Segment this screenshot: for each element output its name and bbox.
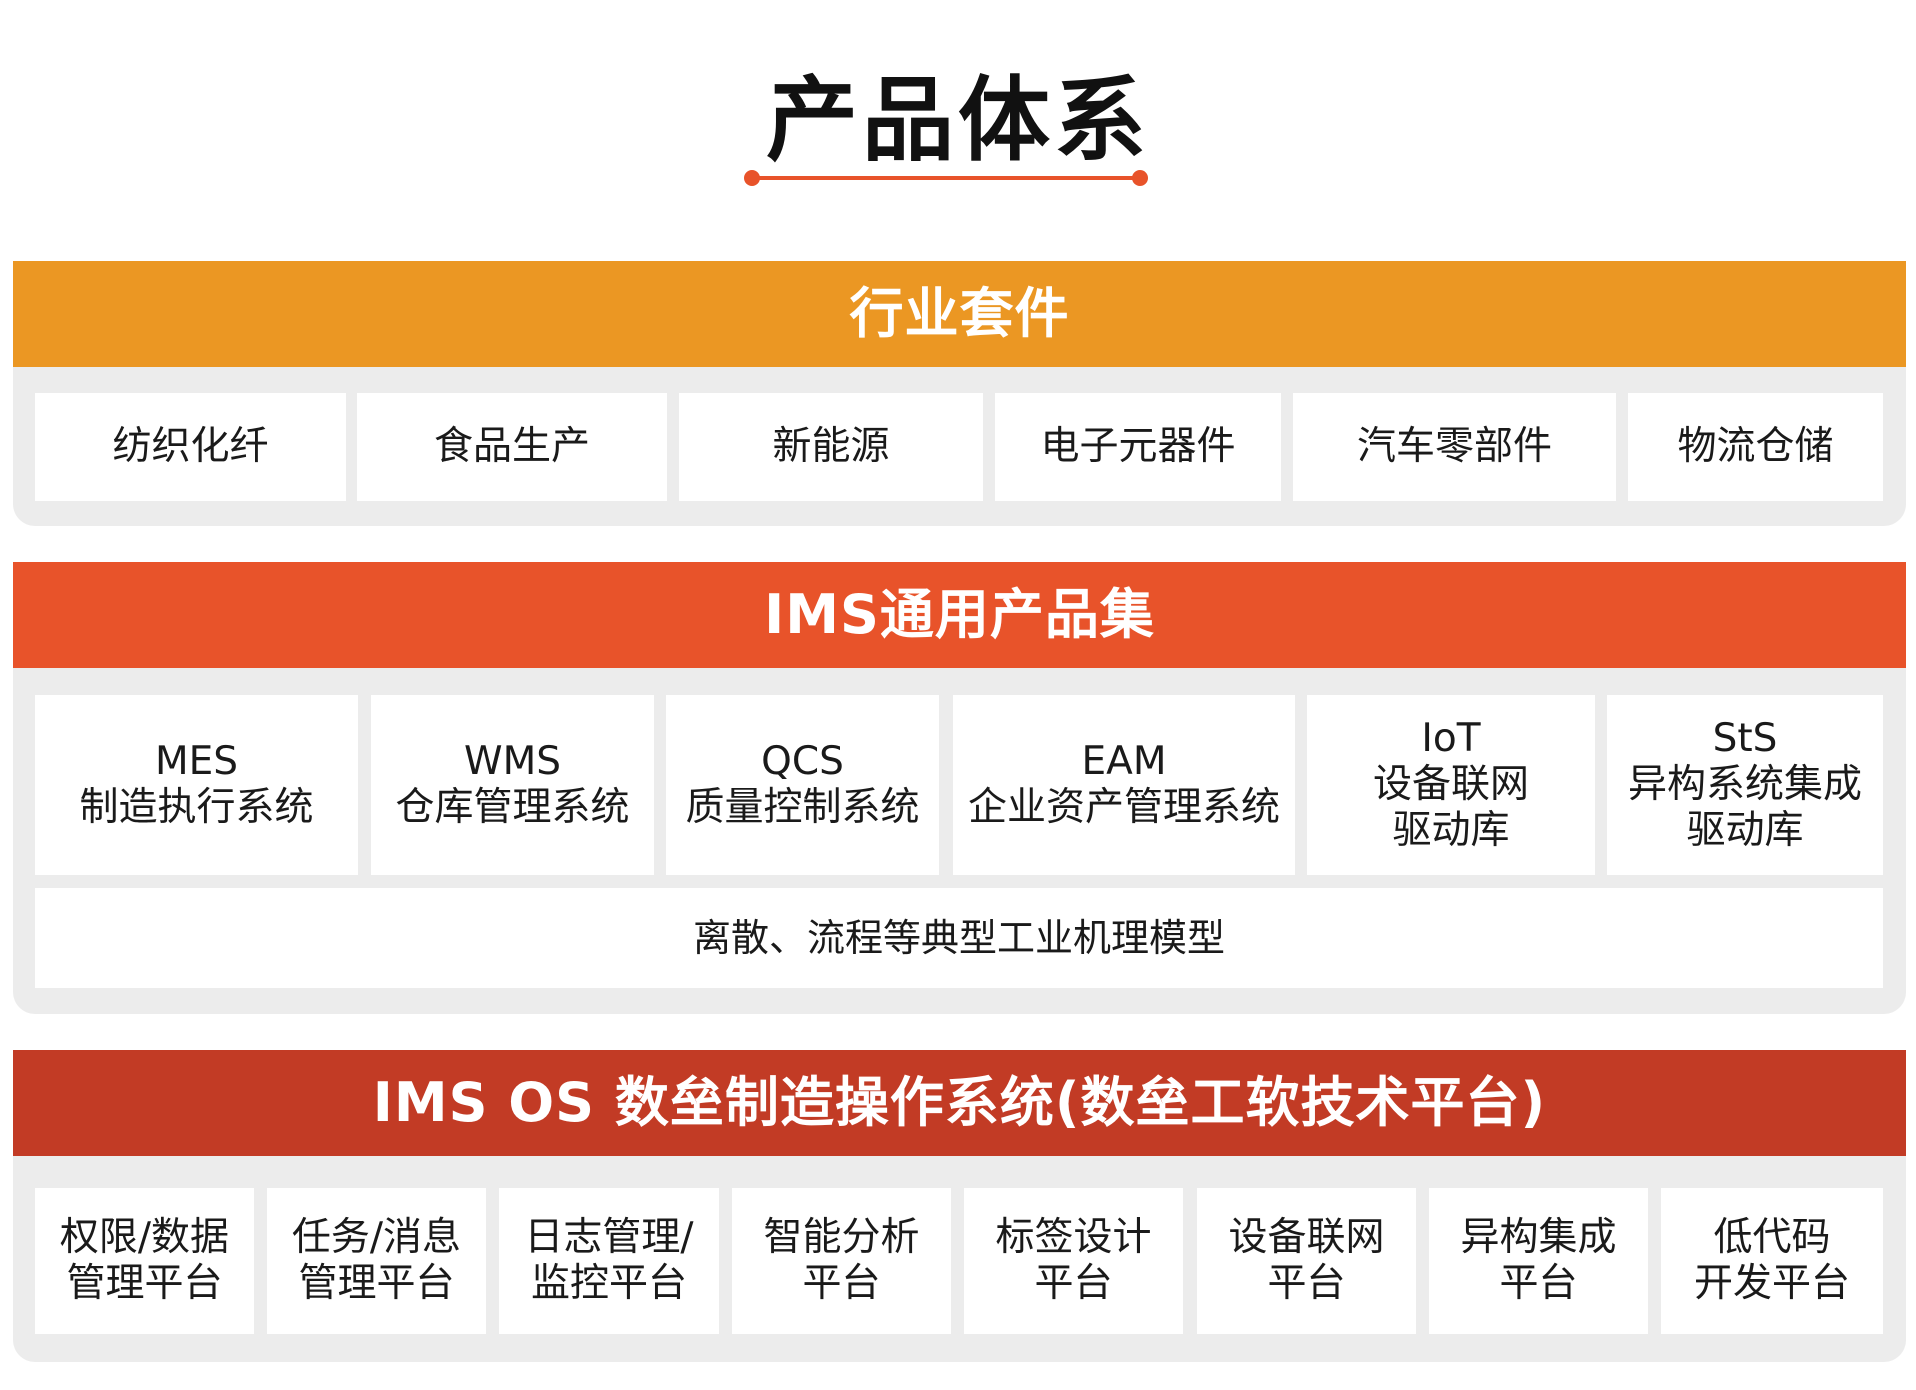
ims-header: IMS通用产品集: [13, 562, 1906, 668]
ims-product-name: 制造执行系统: [79, 785, 314, 830]
industry-item: 食品生产: [357, 393, 667, 501]
os-platform: 日志管理/ 监控平台: [499, 1188, 719, 1334]
industry-item: 新能源: [679, 393, 983, 501]
os-platform-line2: 平台: [1034, 1261, 1113, 1306]
ims-product: QCS 质量控制系统: [666, 695, 939, 875]
industry-item-label: 食品生产: [433, 424, 590, 469]
os-platform-line2: 监控平台: [530, 1261, 687, 1306]
os-platform-line1: 标签设计: [995, 1215, 1152, 1260]
ims-product-code: IoT: [1421, 716, 1481, 761]
industry-item-label: 纺织化纤: [112, 424, 269, 469]
industry-header: 行业套件: [13, 261, 1906, 367]
ims-product-subname: 驱动库: [1392, 808, 1510, 853]
os-platform-line2: 平台: [802, 1261, 881, 1306]
os-platform-line2: 平台: [1267, 1261, 1346, 1306]
os-platform-line2: 开发平台: [1693, 1261, 1850, 1306]
os-platform-line2: 平台: [1499, 1261, 1578, 1306]
os-platform-line1: 异构集成: [1460, 1215, 1617, 1260]
ims-product: EAM 企业资产管理系统: [953, 695, 1295, 875]
os-platform: 低代码 开发平台: [1661, 1188, 1883, 1334]
title-underline: [744, 170, 1148, 186]
ims-product-code: StS: [1712, 716, 1778, 761]
os-platform: 标签设计 平台: [964, 1188, 1183, 1334]
ims-product: StS 异构系统集成 驱动库: [1607, 695, 1883, 875]
os-platform-line1: 任务/消息: [291, 1215, 462, 1260]
industrial-model-bar: 离散、流程等典型工业机理模型: [35, 888, 1883, 988]
industrial-model-label: 离散、流程等典型工业机理模型: [692, 916, 1225, 960]
industry-item-label: 物流仓储: [1677, 424, 1834, 469]
os-platform: 权限/数据 管理平台: [35, 1188, 254, 1334]
industry-item: 纺织化纤: [35, 393, 346, 501]
page-title: 产品体系: [765, 66, 1150, 174]
os-platform: 设备联网 平台: [1197, 1188, 1416, 1334]
os-section: IMS OS 数垒制造操作系统(数垒工软技术平台) 权限/数据 管理平台 任务/…: [13, 1050, 1906, 1362]
ims-product-name: 质量控制系统: [685, 785, 920, 830]
underline-left-dot: [744, 170, 760, 186]
industry-section: 行业套件 纺织化纤 食品生产 新能源 电子元器件 汽车零部件 物流仓储: [13, 261, 1906, 526]
ims-product: WMS 仓库管理系统: [371, 695, 654, 875]
industry-item-label: 新能源: [772, 424, 890, 469]
underline-right-dot: [1132, 170, 1148, 186]
ims-product-name: 仓库管理系统: [395, 785, 630, 830]
os-platform-line1: 智能分析: [763, 1215, 920, 1260]
ims-product-name: 设备联网: [1372, 762, 1529, 807]
os-platform: 智能分析 平台: [732, 1188, 951, 1334]
industry-item: 电子元器件: [995, 393, 1281, 501]
os-platform-line1: 权限/数据: [59, 1215, 230, 1260]
os-platform-line2: 管理平台: [298, 1261, 455, 1306]
industry-item: 物流仓储: [1628, 393, 1883, 501]
ims-section: IMS通用产品集 MES 制造执行系统 WMS 仓库管理系统 QCS 质量控制系…: [13, 562, 1906, 1014]
os-platform: 任务/消息 管理平台: [267, 1188, 486, 1334]
os-platform-line2: 管理平台: [66, 1261, 223, 1306]
industry-item-label: 汽车零部件: [1356, 424, 1552, 469]
ims-product: IoT 设备联网 驱动库: [1307, 695, 1595, 875]
ims-product-name: 异构系统集成: [1627, 762, 1862, 807]
os-platform-line1: 日志管理/: [524, 1215, 694, 1260]
industry-item: 汽车零部件: [1293, 393, 1616, 501]
os-platform: 异构集成 平台: [1429, 1188, 1648, 1334]
ims-product-code: WMS: [464, 739, 561, 784]
ims-product-code: EAM: [1081, 739, 1167, 784]
ims-product-name: 企业资产管理系统: [967, 785, 1280, 830]
ims-product: MES 制造执行系统: [35, 695, 358, 875]
industry-item-label: 电子元器件: [1040, 424, 1236, 469]
ims-product-code: QCS: [761, 739, 844, 784]
os-platform-line1: 低代码: [1713, 1215, 1831, 1260]
os-header: IMS OS 数垒制造操作系统(数垒工软技术平台): [13, 1050, 1906, 1156]
ims-product-subname: 驱动库: [1686, 808, 1804, 853]
ims-product-code: MES: [154, 739, 239, 784]
os-platform-line1: 设备联网: [1228, 1215, 1385, 1260]
